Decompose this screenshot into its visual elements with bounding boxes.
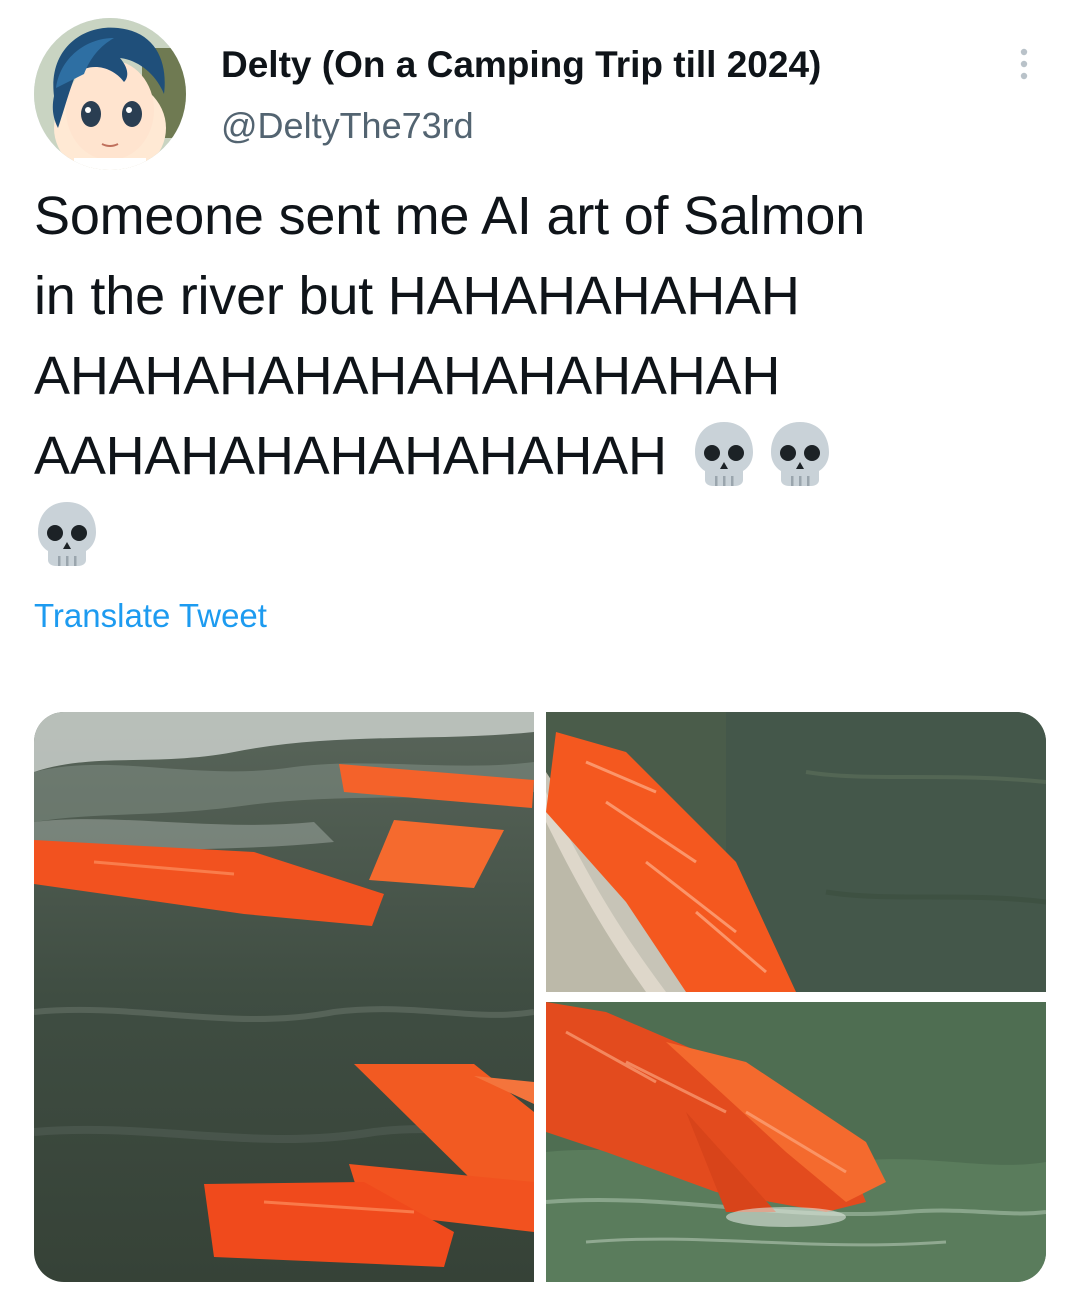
tweet-text-line-text: AAHAHAHAHAHAHAHAH <box>34 426 667 486</box>
skull-emoji-icon <box>770 422 829 486</box>
author-display-name[interactable]: Delty (On a Camping Trip till 2024) <box>221 42 821 88</box>
salmon-river-image <box>546 712 1046 992</box>
avatar-image <box>34 18 186 170</box>
avatar[interactable] <box>34 18 186 170</box>
media-grid <box>34 712 1046 1282</box>
salmon-river-image <box>546 1002 1046 1282</box>
media-image-1[interactable] <box>34 712 534 1282</box>
salmon-river-image <box>34 712 534 1282</box>
skull-emoji-icon <box>694 422 753 486</box>
translate-tweet-link[interactable]: Translate Tweet <box>34 594 267 638</box>
tweet-text-line: Someone sent me AI art of Salmon <box>34 186 866 246</box>
skull-emoji-icon <box>38 502 96 566</box>
tweet-text-line: in the river but HAHAHAHAHAH <box>34 266 800 326</box>
more-options-button[interactable] <box>1004 40 1044 88</box>
media-image-3[interactable] <box>546 1002 1046 1282</box>
tweet-text-line <box>34 496 1044 576</box>
more-vertical-icon <box>1020 48 1028 80</box>
tweet-text-line: AHAHAHAHAHAHAHAHAHAH <box>34 346 781 406</box>
media-image-2[interactable] <box>546 712 1046 992</box>
tweet-text-line: AAHAHAHAHAHAHAHAH <box>34 416 1044 496</box>
author-handle[interactable]: @DeltyThe73rd <box>221 104 474 148</box>
tweet-text: Someone sent me AI art of Salmon in the … <box>34 176 1044 576</box>
